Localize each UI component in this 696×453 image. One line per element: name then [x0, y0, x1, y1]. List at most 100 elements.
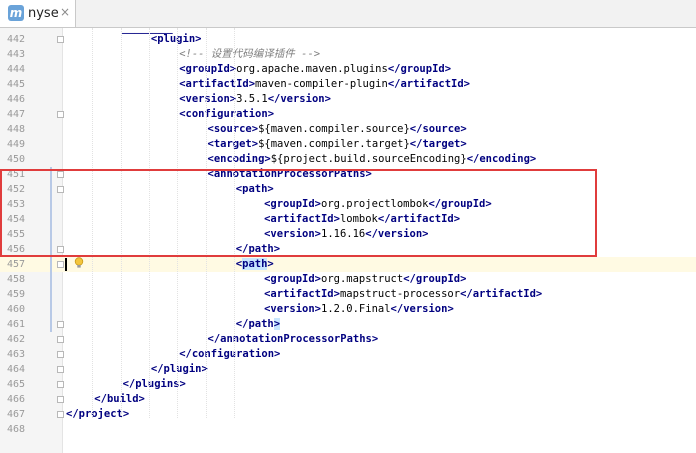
fold-marker-icon[interactable] — [57, 336, 64, 343]
code-line[interactable]: 468 — [0, 422, 696, 437]
xml-tag: > — [273, 318, 281, 330]
line-number: 460 — [6, 304, 25, 315]
xml-tag: <encoding> — [207, 153, 271, 165]
xml-text: ${project.build.sourceEncoding} — [270, 153, 467, 165]
xml-tag: </source> — [409, 123, 467, 135]
tab-title: nyse — [28, 6, 59, 21]
xml-tag: </target> — [409, 138, 467, 150]
code-line[interactable]: 465 </plugins> — [0, 377, 696, 392]
code-line[interactable]: 457 <path> — [0, 257, 696, 272]
code-line[interactable]: 448 <source>${maven.compiler.source}</sou… — [0, 122, 696, 137]
xml-tag: <configuration> — [179, 108, 275, 120]
fold-marker-icon[interactable] — [57, 351, 64, 358]
xml-text: org.apache.maven.plugins — [236, 63, 388, 75]
fold-marker-icon[interactable] — [57, 381, 64, 388]
code-line[interactable]: 460 <version>1.2.0.Final</version> — [0, 302, 696, 317]
tab-nyse[interactable]: m nyse × — [0, 0, 76, 27]
xml-tag: <groupId> — [264, 273, 321, 285]
line-number: 459 — [6, 289, 25, 300]
line-number: 467 — [6, 409, 25, 420]
code-text: <source>${maven.compiler.source}</source… — [208, 122, 467, 137]
fold-marker-icon[interactable] — [57, 396, 64, 403]
code-text: <version>1.2.0.Final</version> — [264, 302, 454, 317]
code-line[interactable]: 447 <configuration> — [0, 107, 696, 122]
xml-tag: </plugin> — [150, 363, 208, 375]
xml-tag: <source> — [207, 123, 259, 135]
xml-tag: </version> — [267, 93, 331, 105]
code-line[interactable]: 450 <encoding>${project.build.sourceEncod… — [0, 152, 696, 167]
code-line[interactable]: 444 <groupId>org.apache.maven.plugins</gr… — [0, 62, 696, 77]
xml-tag: </build> — [94, 393, 145, 405]
code-line[interactable]: 462 </annotationProcessorPaths> — [0, 332, 696, 347]
code-text: </plugin> — [151, 362, 208, 377]
xml-tag: <artifactId> — [179, 78, 256, 90]
code-line[interactable]: 464 </plugin> — [0, 362, 696, 377]
editor-tab-bar: m nyse × — [0, 0, 696, 28]
code-line[interactable]: 458 <groupId>org.mapstruct</groupId> — [0, 272, 696, 287]
line-number: 457 — [6, 259, 25, 270]
code-text: <target>${maven.compiler.target}</target… — [208, 137, 467, 152]
xml-text: 3.5.1 — [236, 93, 268, 105]
code-text: <artifactId>maven-compiler-plugin</artif… — [179, 77, 470, 92]
xml-tag: </path — [235, 318, 274, 330]
xml-text: 1.2.0.Final — [321, 303, 391, 315]
xml-tag: <groupId> — [179, 63, 237, 75]
close-icon[interactable]: × — [60, 5, 70, 19]
xml-tag: path — [242, 258, 268, 270]
line-number: 463 — [6, 349, 25, 360]
xml-tag: <target> — [207, 138, 259, 150]
code-editor[interactable]: ──────── 442 <plugin> 443 <!-- 设置代码编译插件 -->… — [0, 28, 696, 453]
code-text: <path> — [236, 257, 274, 272]
xml-tag: </artifactId> — [460, 288, 543, 300]
xml-tag: </configuration> — [179, 348, 281, 360]
line-number: 466 — [6, 394, 25, 405]
code-line[interactable]: 446 <version>3.5.1</version> — [0, 92, 696, 107]
code-line[interactable]: 463 </configuration> — [0, 347, 696, 362]
line-number: 448 — [6, 124, 25, 135]
code-line[interactable]: 466 </build> — [0, 392, 696, 407]
fold-marker-icon[interactable] — [57, 111, 64, 118]
code-text: <groupId>org.apache.maven.plugins</group… — [179, 62, 451, 77]
code-line[interactable]: 445 <artifactId>maven-compiler-plugin</ar… — [0, 77, 696, 92]
code-text: </path> — [235, 317, 281, 332]
code-line[interactable]: 443 <!-- 设置代码编译插件 --> — [0, 47, 696, 62]
line-number: 445 — [6, 79, 25, 90]
xml-tag: <version> — [179, 93, 237, 105]
line-number: 461 — [6, 319, 25, 330]
line-number: 444 — [6, 64, 25, 75]
xml-tag: <version> — [264, 303, 321, 315]
code-line[interactable]: 442 <plugin> — [0, 32, 696, 47]
xml-text: org.mapstruct — [321, 273, 404, 285]
maven-icon: m — [8, 5, 24, 21]
line-number: 468 — [6, 424, 25, 435]
xml-tag: </groupId> — [403, 273, 467, 285]
code-text: <version>3.5.1</version> — [179, 92, 331, 107]
code-text: <encoding>${project.build.sourceEncoding… — [208, 152, 537, 167]
lightbulb-icon[interactable] — [74, 257, 84, 269]
xml-tag: </encoding> — [466, 153, 537, 165]
xml-text: maven-compiler-plugin — [255, 78, 388, 90]
xml-text: mapstruct-processor — [339, 288, 461, 300]
line-number: 449 — [6, 139, 25, 150]
code-line[interactable]: 449 <target>${maven.compiler.target}</tar… — [0, 137, 696, 152]
code-text: <artifactId>mapstruct-processor</artifac… — [264, 287, 542, 302]
xml-tag: </groupId> — [387, 63, 452, 75]
fold-marker-icon[interactable] — [57, 261, 64, 268]
fold-marker-icon[interactable] — [57, 411, 64, 418]
fold-marker-icon[interactable] — [57, 36, 64, 43]
code-line[interactable]: 459 <artifactId>mapstruct-processor</arti… — [0, 287, 696, 302]
fold-marker-icon[interactable] — [57, 321, 64, 328]
code-line[interactable]: 461 </path> — [0, 317, 696, 332]
code-text: <groupId>org.mapstruct</groupId> — [264, 272, 466, 287]
fold-marker-icon[interactable] — [57, 366, 64, 373]
code-text: </configuration> — [179, 347, 280, 362]
line-number: 443 — [6, 49, 25, 60]
line-number: 462 — [6, 334, 25, 345]
xml-text: ${maven.compiler.source} — [258, 123, 410, 135]
xml-tag: </artifactId> — [387, 78, 470, 90]
code-text: <plugin> — [151, 32, 202, 47]
text-cursor — [65, 258, 67, 271]
line-number: 446 — [6, 94, 25, 105]
code-line[interactable]: 467 </project> — [0, 407, 696, 422]
line-number: 465 — [6, 379, 25, 390]
